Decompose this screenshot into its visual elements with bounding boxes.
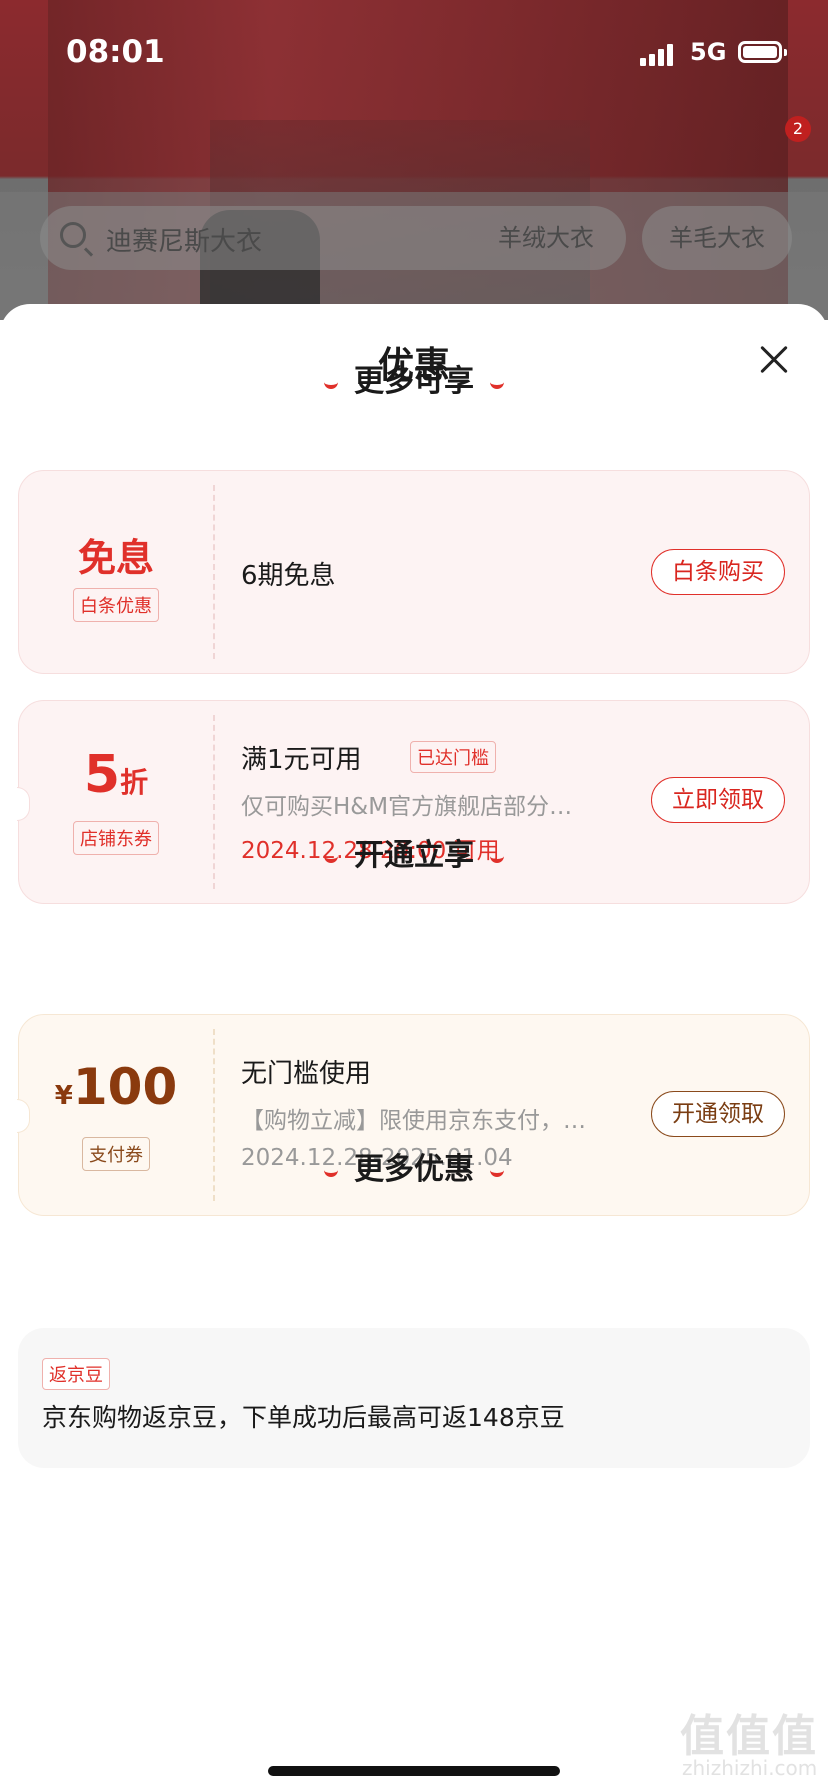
section-title: 更多优惠 bbox=[354, 1152, 474, 1187]
section-header-more-offers: 更多优惠 bbox=[0, 1144, 828, 1188]
pay-coupon-title: 无门槛使用 bbox=[241, 1059, 372, 1089]
watermark-logo: 值值值 bbox=[680, 1711, 818, 1762]
watermark-domain: zhizhizhi.com bbox=[682, 1756, 818, 1780]
jingdou-card: 返京豆 京东购物返京豆，下单成功后最高可返148京豆 bbox=[18, 1328, 810, 1468]
section-title: 更多可享 bbox=[354, 364, 474, 399]
baitiao-desc: 6期免息 bbox=[241, 561, 336, 591]
left-deco-icon bbox=[324, 851, 338, 863]
right-deco-icon bbox=[490, 377, 504, 389]
search-icon bbox=[60, 222, 86, 248]
pay-coupon-value: ¥100 bbox=[19, 1057, 213, 1129]
pay-coupon-desc: 【购物立减】限使用京东支付，… bbox=[241, 1108, 586, 1134]
store-coupon-title: 满1元可用 bbox=[241, 745, 362, 775]
discount-unit: 折 bbox=[120, 766, 149, 799]
store-coupon-desc: 仅可购买H&M官方旗舰店部分… bbox=[241, 794, 573, 820]
baitiao-tag: 白条优惠 bbox=[73, 588, 159, 622]
baitiao-card: 免息 白条优惠 6期免息 白条购买 bbox=[18, 470, 810, 674]
currency-symbol: ¥ bbox=[54, 1081, 73, 1111]
left-deco-icon bbox=[324, 377, 338, 389]
left-deco-icon bbox=[324, 1165, 338, 1177]
jingdou-text: 京东购物返京豆，下单成功后最高可返148京豆 bbox=[42, 1403, 565, 1432]
open-claim-button[interactable]: 开通领取 bbox=[651, 1091, 785, 1137]
home-indicator[interactable] bbox=[268, 1766, 560, 1776]
right-deco-icon bbox=[490, 1165, 504, 1177]
search-tag-cashmere[interactable]: 羊绒大衣 bbox=[466, 206, 626, 270]
search-tag-wool[interactable]: 羊毛大衣 bbox=[642, 206, 792, 270]
right-deco-icon bbox=[490, 851, 504, 863]
threshold-badge: 已达门槛 bbox=[410, 741, 496, 773]
section-header-open-enjoy: 开通立享 bbox=[0, 830, 828, 874]
cart-badge[interactable]: 2 bbox=[785, 116, 811, 142]
status-bar: 08:01 5G bbox=[0, 0, 828, 106]
section-title: 开通立享 bbox=[354, 838, 474, 873]
battery-icon bbox=[738, 41, 787, 63]
network-label: 5G bbox=[690, 38, 727, 66]
jingdou-tag: 返京豆 bbox=[42, 1358, 110, 1390]
claim-now-button[interactable]: 立即领取 bbox=[651, 777, 785, 823]
baitiao-left: 免息 白条优惠 bbox=[19, 527, 213, 622]
search-placeholder: 迪赛尼斯大衣 bbox=[106, 227, 263, 257]
status-time: 08:01 bbox=[66, 34, 165, 70]
store-coupon-value: 5折 bbox=[19, 745, 213, 813]
baitiao-main: 免息 bbox=[77, 536, 154, 580]
discount-number: 5 bbox=[83, 745, 121, 805]
offers-sheet: 优惠 更多可享 免息 白条优惠 6期免息 白条购买 5折 店铺东券 满1元可用 … bbox=[0, 304, 828, 1792]
section-header-more-available: 更多可享 bbox=[0, 356, 828, 400]
baitiao-buy-button[interactable]: 白条购买 bbox=[651, 549, 785, 595]
signal-icon bbox=[640, 42, 678, 66]
coupon-amount: 100 bbox=[72, 1058, 178, 1116]
card-divider bbox=[213, 485, 215, 659]
